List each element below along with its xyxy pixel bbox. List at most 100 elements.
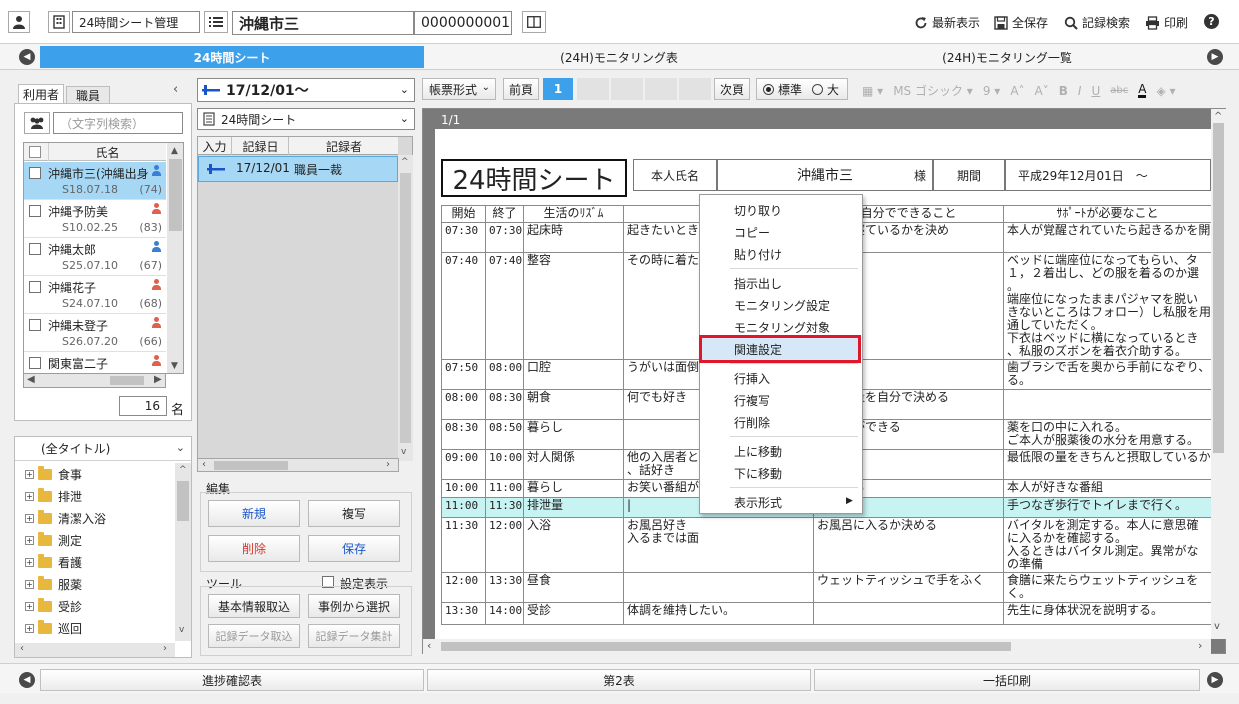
- expand-icon[interactable]: +: [25, 491, 34, 501]
- print-button[interactable]: 印刷: [1145, 14, 1188, 31]
- start-time-cell[interactable]: 11:00: [441, 497, 486, 518]
- support-cell[interactable]: 手つなぎ歩行でトイレまで行く。: [1003, 497, 1211, 518]
- record-data-aggregate-button[interactable]: 記録データ集計: [308, 624, 400, 648]
- end-time-cell[interactable]: 14:00: [485, 602, 524, 625]
- user-checkbox[interactable]: [29, 319, 41, 331]
- user-checkbox[interactable]: [29, 281, 41, 293]
- rhythm-cell[interactable]: 昼食: [523, 572, 624, 603]
- rhythm-cell[interactable]: 対人関係: [523, 449, 624, 480]
- user-list-scrollbar[interactable]: ▲ ▼: [167, 143, 183, 373]
- new-button[interactable]: 新規: [208, 500, 300, 527]
- batch-print-button[interactable]: 一括印刷: [814, 669, 1200, 691]
- end-time-cell[interactable]: 07:30: [485, 222, 524, 253]
- font-size-select[interactable]: 9 ▾: [983, 84, 1000, 98]
- select-all-checkbox[interactable]: [29, 146, 41, 158]
- context-menu-item[interactable]: 切り取り: [700, 199, 862, 221]
- user-search-input[interactable]: （文字列検索）: [53, 112, 183, 134]
- start-time-cell[interactable]: 10:00: [441, 479, 486, 498]
- support-cell[interactable]: [1003, 389, 1211, 420]
- bottom-prev-icon[interactable]: ◀: [19, 672, 35, 688]
- user-icon[interactable]: [8, 11, 30, 33]
- tab-next-icon[interactable]: ▶: [1207, 49, 1223, 65]
- scroll-left-icon[interactable]: ◀: [27, 374, 35, 385]
- tab-24h-monitoring-list[interactable]: (24H)モニタリング一覧: [814, 46, 1200, 68]
- bold-button[interactable]: B: [1059, 84, 1068, 98]
- copy-button[interactable]: 複写: [308, 500, 400, 527]
- tree-scrollbar[interactable]: ^ v: [175, 463, 191, 641]
- support-cell[interactable]: 食膳に来たらウェットティッシュを く。: [1003, 572, 1211, 603]
- scroll-up-icon[interactable]: ▲: [171, 146, 178, 156]
- user-list-item[interactable]: 沖縄太郎 S25.07.10 (67): [24, 238, 166, 276]
- font-grow-icon[interactable]: A˄: [1010, 84, 1024, 98]
- context-menu-item[interactable]: モニタリング設定: [700, 294, 862, 316]
- collapse-left-icon[interactable]: ‹: [173, 82, 178, 97]
- user-list-item[interactable]: 沖縄予防美 S10.02.25 (83): [24, 200, 166, 238]
- tree-item[interactable]: + 巡回: [25, 617, 82, 639]
- start-time-cell[interactable]: 13:30: [441, 602, 486, 625]
- tree-hscrollbar[interactable]: ‹ ›: [15, 643, 175, 657]
- prev-page-button[interactable]: 前頁: [503, 78, 539, 100]
- support-cell[interactable]: 先生に身体状況を説明する。: [1003, 602, 1211, 625]
- support-cell[interactable]: 本人が好きな番組: [1003, 479, 1211, 498]
- scroll-right-icon[interactable]: ▶: [154, 374, 162, 385]
- intent-cell[interactable]: [623, 572, 814, 603]
- tree-item[interactable]: + 受診: [25, 595, 82, 617]
- radio-standard[interactable]: [763, 83, 774, 95]
- context-menu-item[interactable]: 表示形式: [700, 491, 862, 513]
- context-menu-item[interactable]: 指示出し: [700, 272, 862, 294]
- radio-large[interactable]: [812, 83, 824, 95]
- context-menu-item[interactable]: モニタリング対象: [700, 316, 862, 338]
- delete-button[interactable]: 削除: [208, 535, 300, 562]
- support-cell[interactable]: ベッドに端座位になってもらい、タ １，２着出し、どの服を着るのか選 。 端座位に…: [1003, 252, 1211, 360]
- context-menu-item[interactable]: 貼り付け: [700, 243, 862, 265]
- user-list-item[interactable]: 沖縄市三(沖縄出身 S18.07.18 (74): [24, 162, 166, 200]
- tab-staff[interactable]: 職員: [66, 86, 110, 104]
- context-menu-item[interactable]: 行複写: [700, 389, 862, 411]
- italic-button[interactable]: I: [1078, 84, 1082, 98]
- refresh-button[interactable]: 最新表示: [914, 14, 980, 31]
- page-1-button[interactable]: 1: [543, 78, 573, 100]
- expand-icon[interactable]: +: [25, 623, 34, 633]
- start-time-cell[interactable]: 11:30: [441, 517, 486, 573]
- end-time-cell[interactable]: 11:30: [485, 497, 524, 518]
- tab-24h-sheet[interactable]: 24時間シート: [40, 46, 424, 68]
- expand-icon[interactable]: +: [25, 579, 34, 589]
- sheet-vscrollbar[interactable]: ^ v: [1211, 109, 1226, 639]
- user-checkbox[interactable]: [29, 205, 41, 217]
- table-row[interactable]: 12:00 13:30 昼食 ウェットティッシュで手をふく 食膳に来たらウェットティッシ…: [441, 572, 1211, 603]
- basic-info-import-button[interactable]: 基本情報取込: [208, 594, 300, 618]
- tree-item[interactable]: + 食事: [25, 463, 82, 485]
- end-time-cell[interactable]: 10:00: [485, 449, 524, 480]
- user-checkbox[interactable]: [29, 357, 41, 369]
- tree-item[interactable]: + 清潔入浴: [25, 507, 106, 529]
- context-menu-item[interactable]: 関連設定: [699, 335, 861, 363]
- rhythm-cell[interactable]: 起床時: [523, 222, 624, 253]
- sheet-hscroll-thumb[interactable]: [441, 642, 1011, 651]
- support-cell[interactable]: 薬を口の中に入れる。 ご本人が服薬後の水分を用意する。: [1003, 419, 1211, 450]
- tree-item[interactable]: + 服薬: [25, 573, 82, 595]
- user-list-item[interactable]: 関東富二子: [24, 352, 166, 373]
- expand-icon[interactable]: +: [25, 557, 34, 567]
- font-select[interactable]: MS ゴシック ▾: [893, 82, 973, 99]
- user-list-hscrollbar[interactable]: ◀ ▶: [23, 374, 166, 388]
- support-cell[interactable]: 本人が覚醒されていたら起きるかを開: [1003, 222, 1211, 253]
- record-list-scrollbar[interactable]: ^ v: [398, 155, 413, 461]
- tree-item[interactable]: + 測定: [25, 529, 82, 551]
- split-view-icon[interactable]: [522, 11, 546, 33]
- expand-icon[interactable]: +: [25, 601, 34, 611]
- save-button[interactable]: 保存: [308, 535, 400, 562]
- sheet-hscrollbar[interactable]: ‹ ›: [423, 639, 1211, 654]
- tab-24h-monitoring-sheet[interactable]: (24H)モニタリング表: [426, 46, 812, 68]
- record-data-import-button[interactable]: 記録データ取込: [208, 624, 300, 648]
- format-painter-icon[interactable]: ▦ ▾: [862, 84, 883, 98]
- start-time-cell[interactable]: 09:00: [441, 449, 486, 480]
- next-page-button[interactable]: 次頁: [714, 78, 750, 100]
- sheet-type-select[interactable]: 24時間シート ⌄: [197, 108, 415, 130]
- self-cell[interactable]: ウェットティッシュで手をふく: [813, 572, 1004, 603]
- expand-icon[interactable]: +: [25, 469, 34, 479]
- list-icon[interactable]: [204, 11, 228, 33]
- start-time-cell[interactable]: 07:40: [441, 252, 486, 360]
- user-list-item[interactable]: 沖縄未登子 S26.07.20 (66): [24, 314, 166, 352]
- format-select[interactable]: 帳票形式 ⌄: [422, 78, 496, 100]
- tab-users[interactable]: 利用者: [18, 84, 64, 104]
